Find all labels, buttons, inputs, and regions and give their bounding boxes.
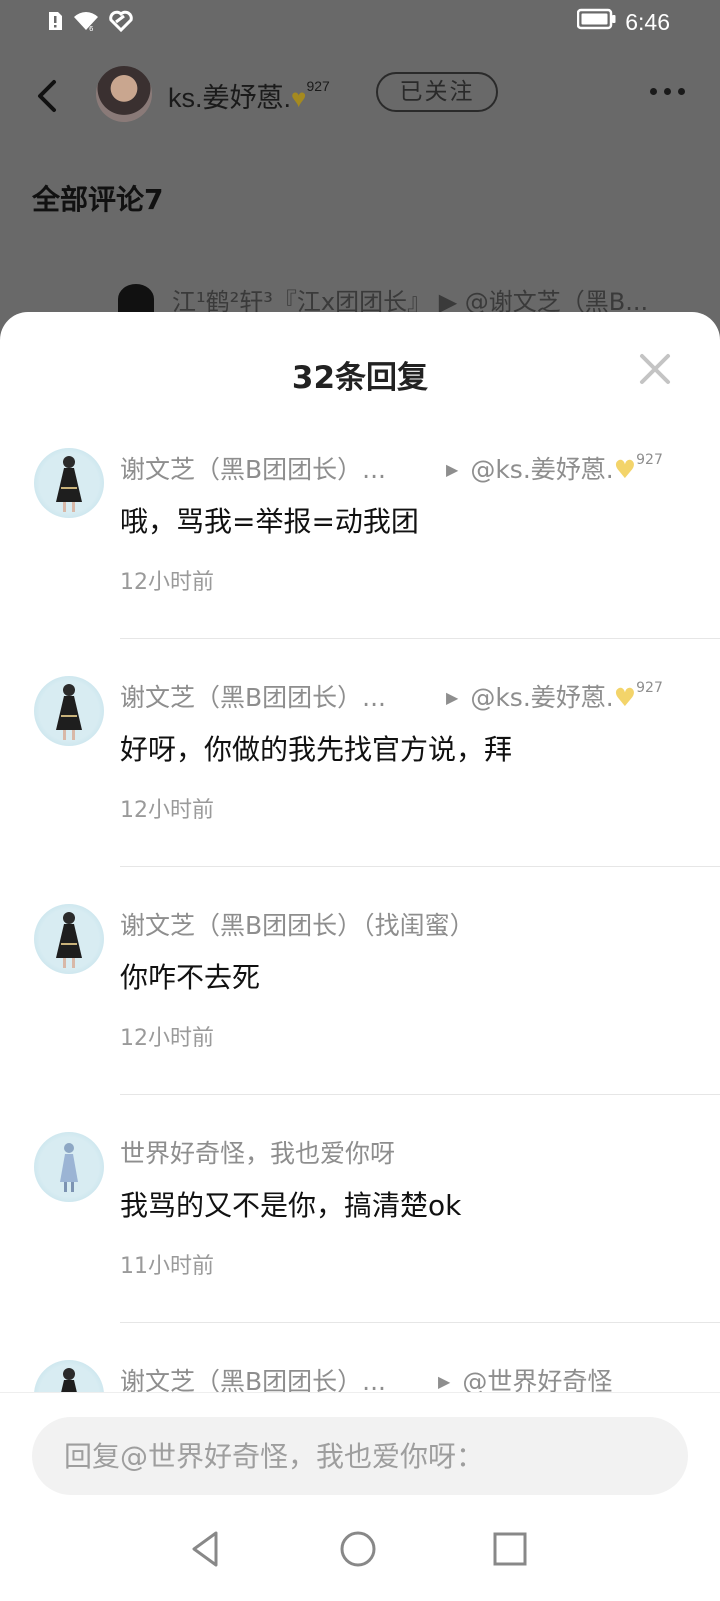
comment-username[interactable]: 谢文芝（黑B团团长）（找闺蜜） bbox=[120, 906, 475, 942]
divider bbox=[120, 638, 720, 639]
user-avatar[interactable] bbox=[34, 1132, 104, 1202]
post-header: ks.姜妤蒽.♥927 已关注 bbox=[0, 48, 720, 138]
recents-square-icon[interactable] bbox=[488, 1527, 532, 1571]
gold-heart-icon: ♥ bbox=[291, 83, 307, 113]
divider bbox=[120, 866, 720, 867]
comment-username[interactable]: 谢文芝（黑B团团长）... bbox=[120, 678, 386, 714]
peek-avatar bbox=[118, 284, 154, 314]
play-arrow-icon: ▶ bbox=[438, 1372, 451, 1391]
close-icon bbox=[640, 354, 670, 384]
play-arrow-icon: ▶ bbox=[446, 688, 459, 707]
sheet-title: 32条回复 bbox=[291, 360, 429, 396]
comment-text: 你咋不去死 bbox=[120, 961, 261, 994]
comment-time: 12小时前 bbox=[120, 1026, 214, 1051]
more-options-button[interactable] bbox=[650, 88, 685, 95]
comment-item[interactable]: 谢文芝（黑B团团长）（找闺蜜） 你咋不去死 12小时前 bbox=[0, 898, 720, 1126]
yellow-heart-icon: ♥ bbox=[613, 455, 637, 484]
system-nav-bar bbox=[0, 1513, 720, 1601]
play-arrow-icon: ▶ bbox=[446, 460, 459, 479]
clock: 6:46 bbox=[625, 8, 670, 35]
user-avatar[interactable] bbox=[34, 676, 104, 746]
reply-target[interactable]: ▶ @ks.姜妤蒽.♥927 bbox=[446, 678, 663, 714]
more-dot bbox=[664, 88, 671, 95]
all-comments-title: 全部评论7 bbox=[32, 183, 164, 216]
comment-text: 好呀，你做的我先找官方说，拜 bbox=[120, 733, 513, 766]
comment-username[interactable]: 谢文芝（黑B团团长）... bbox=[120, 450, 386, 486]
back-triangle-icon[interactable] bbox=[184, 1527, 228, 1571]
divider bbox=[120, 1322, 720, 1323]
comment-item[interactable]: 谢文芝（黑B团团长）... ▶ @ks.姜妤蒽.♥927 哦，骂我=举报=动我团 … bbox=[0, 442, 720, 670]
more-dot bbox=[678, 88, 685, 95]
comment-item[interactable]: 谢文芝（黑B团团长）... ▶ @ks.姜妤蒽.♥927 好呀，你做的我先找官方说… bbox=[0, 670, 720, 898]
reply-bar bbox=[0, 1392, 720, 1601]
status-bar: 6 6:46 bbox=[0, 0, 720, 48]
comment-item[interactable]: 世界好奇怪，我也爱你呀 我骂的又不是你，搞清楚ok 11小时前 bbox=[0, 1126, 720, 1354]
comment-time: 12小时前 bbox=[120, 798, 214, 823]
author-avatar[interactable] bbox=[96, 66, 152, 122]
comment-text: 哦，骂我=举报=动我团 bbox=[120, 505, 419, 538]
comment-text: 我骂的又不是你，搞清楚ok bbox=[120, 1189, 462, 1222]
author-badge-number: 927 bbox=[306, 78, 330, 94]
battery-icon bbox=[576, 8, 617, 36]
home-circle-icon[interactable] bbox=[336, 1527, 380, 1571]
user-avatar[interactable] bbox=[34, 904, 104, 974]
svg-text:6: 6 bbox=[89, 25, 94, 32]
comment-username[interactable]: 世界好奇怪，我也爱你呀 bbox=[120, 1134, 395, 1170]
comment-time: 11小时前 bbox=[120, 1254, 214, 1279]
alert-sim-icon bbox=[46, 11, 64, 35]
background-comment-preview: 江¹鹤²轩³『江x团团长』 ▶ @谢文芝（黑B... bbox=[172, 288, 649, 312]
reply-target[interactable]: ▶ @ks.姜妤蒽.♥927 bbox=[446, 450, 663, 486]
hotspot-icon bbox=[108, 10, 134, 36]
yellow-heart-icon: ♥ bbox=[613, 683, 637, 712]
divider bbox=[120, 1094, 720, 1095]
more-dots-icon bbox=[650, 88, 657, 95]
comment-time: 12小时前 bbox=[120, 570, 214, 595]
reply-input[interactable] bbox=[32, 1417, 688, 1495]
follow-button[interactable]: 已关注 bbox=[376, 72, 498, 112]
close-button[interactable] bbox=[638, 352, 672, 386]
author-name[interactable]: ks.姜妤蒽.♥927 bbox=[168, 76, 330, 115]
user-avatar[interactable] bbox=[34, 448, 104, 518]
back-button[interactable] bbox=[30, 76, 66, 116]
wifi-icon: 6 bbox=[72, 10, 100, 36]
